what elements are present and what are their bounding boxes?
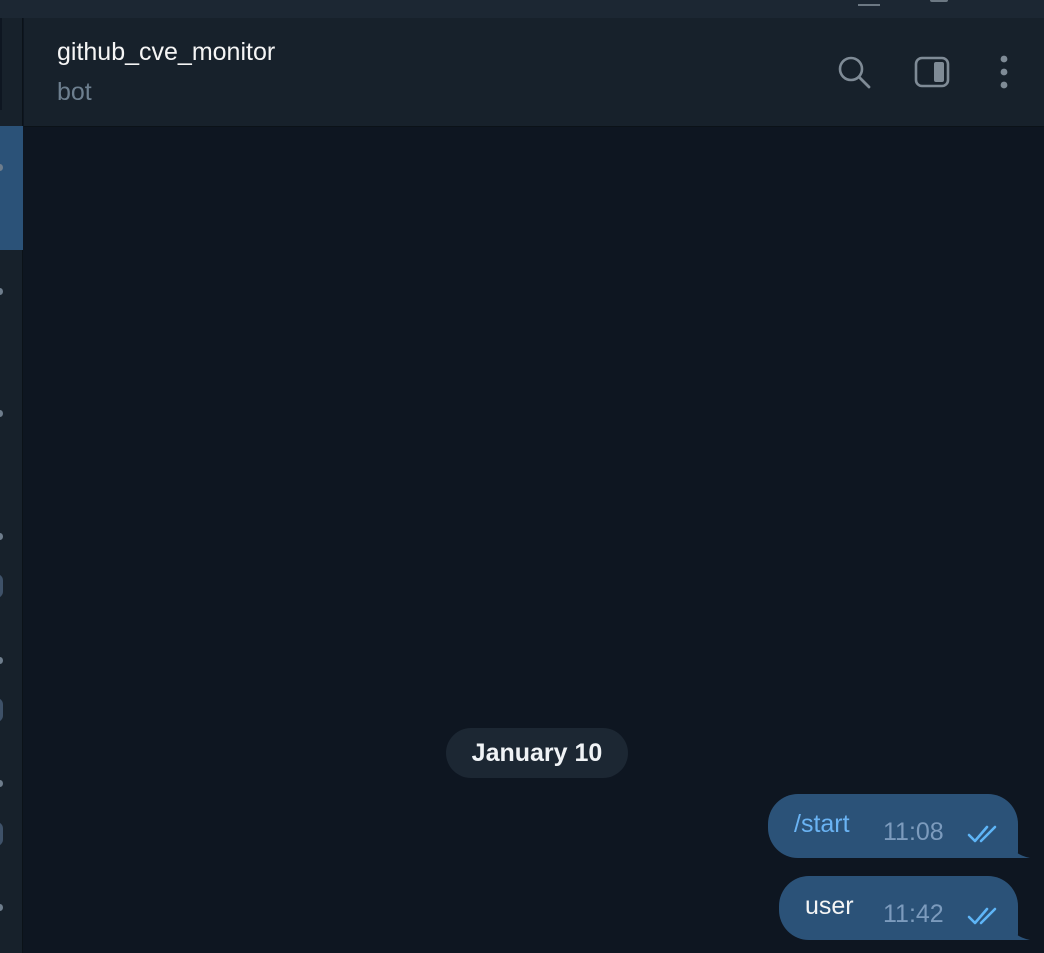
date-separator: January 10 <box>446 728 628 778</box>
window-title-bar <box>0 0 1044 18</box>
sidebar-item-marker <box>0 904 3 911</box>
unread-badge <box>0 698 3 722</box>
more-vertical-icon[interactable] <box>986 54 1022 90</box>
bubble-tail <box>1006 918 1030 940</box>
sidebar-item-marker <box>0 533 3 540</box>
sidebar-item-marker <box>0 657 3 664</box>
chat-subtitle: bot <box>57 78 92 106</box>
outgoing-message[interactable]: /start 11:08 <box>768 794 1030 858</box>
chat-list-sidebar[interactable] <box>0 18 23 953</box>
sidebar-item-marker <box>0 410 3 417</box>
bubble-tail <box>1006 836 1030 858</box>
message-text: user <box>805 892 854 920</box>
command-link[interactable]: /start <box>794 810 850 839</box>
unread-badge <box>0 822 3 846</box>
double-check-icon <box>967 825 997 843</box>
search-icon[interactable] <box>836 54 872 90</box>
side-panel-icon[interactable] <box>914 54 950 90</box>
double-check-icon <box>967 907 997 925</box>
sidebar-item-active[interactable] <box>0 126 23 250</box>
chat-header[interactable]: github_cve_monitor bot <box>24 18 1044 127</box>
sidebar-edge <box>0 18 2 110</box>
outgoing-message[interactable]: user 11:42 <box>779 876 1030 940</box>
message-area[interactable]: January 10 /start 11:08 user 11:42 <box>24 127 1044 953</box>
maximize-icon[interactable] <box>930 0 948 2</box>
sidebar-item-marker <box>0 288 3 295</box>
close-icon[interactable] <box>1004 0 1024 6</box>
minimize-icon[interactable] <box>858 0 880 6</box>
message-time: 11:08 <box>883 818 944 846</box>
message-time: 11:42 <box>883 900 944 928</box>
sidebar-item-marker <box>0 780 3 787</box>
chat-title[interactable]: github_cve_monitor <box>57 38 275 67</box>
unread-badge <box>0 574 3 598</box>
